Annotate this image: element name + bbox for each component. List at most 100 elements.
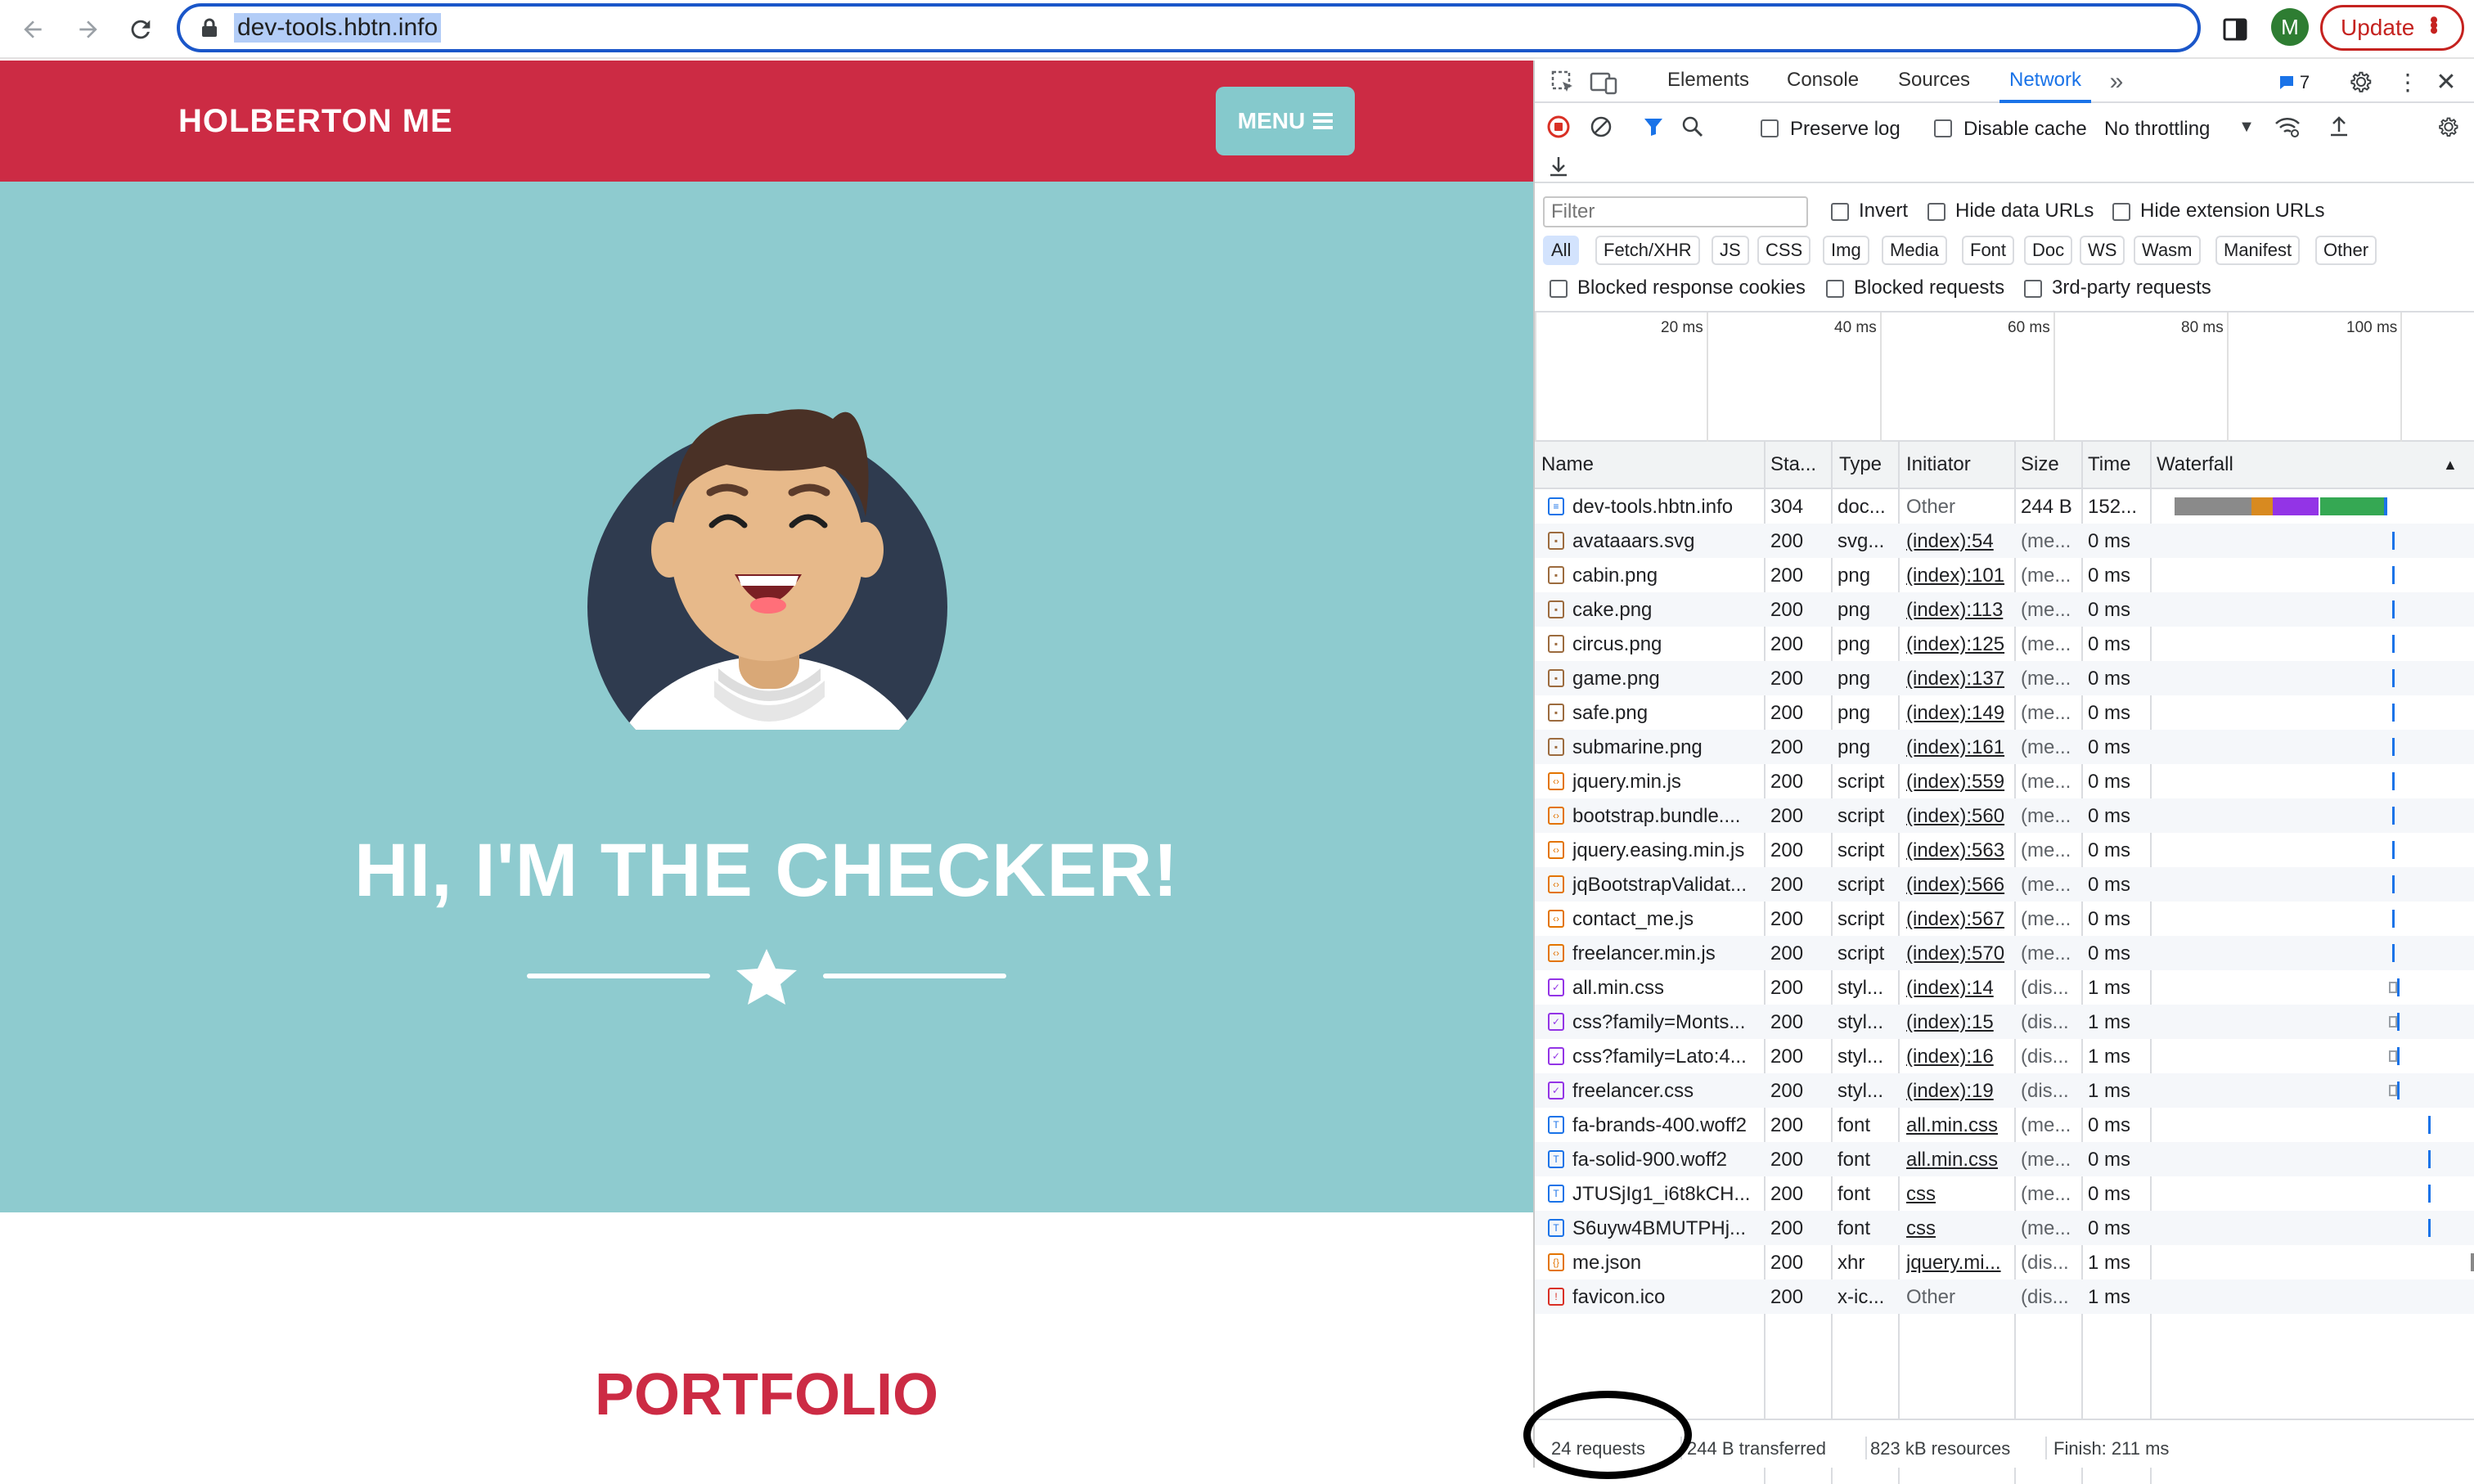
- table-row[interactable]: ≡ dev-tools.hbtn.info 304 doc... Other 244 B 1…: [1535, 489, 2474, 524]
- type-filter-other[interactable]: Other: [2315, 236, 2377, 265]
- table-row[interactable]: ‹› contact_me.js 200 script (index):567 (me..…: [1535, 902, 2474, 936]
- table-row[interactable]: ▪ game.png 200 png (index):137 (me... 0 ms: [1535, 661, 2474, 695]
- column-header-name[interactable]: Name: [1541, 453, 1594, 476]
- devtools-kebab-icon[interactable]: ⋮: [2395, 67, 2420, 97]
- table-row[interactable]: {} me.json 200 xhr jquery.mi... (dis... 1 ms: [1535, 1245, 2474, 1279]
- table-row[interactable]: ✓ all.min.css 200 styl... (index):14 (dis... 1…: [1535, 970, 2474, 1005]
- filter-funnel-icon[interactable]: [1640, 113, 1667, 141]
- preserve-log-checkbox[interactable]: [1761, 119, 1779, 137]
- type-filter-all[interactable]: All: [1543, 236, 1580, 265]
- request-initiator[interactable]: (index):19: [1906, 1080, 2011, 1103]
- tab-console[interactable]: Console: [1787, 69, 1859, 92]
- table-row[interactable]: ▪ avataaars.svg 200 svg... (index):54 (me... 0…: [1535, 524, 2474, 558]
- request-initiator[interactable]: all.min.css: [1906, 1114, 2011, 1137]
- request-initiator[interactable]: (index):567: [1906, 908, 2011, 931]
- request-initiator[interactable]: (index):563: [1906, 839, 2011, 862]
- type-filter-manifest[interactable]: Manifest: [2215, 236, 2301, 265]
- url-text[interactable]: dev-tools.hbtn.info: [234, 13, 442, 43]
- column-header-status[interactable]: Sta...: [1770, 453, 1816, 476]
- request-initiator[interactable]: (index):570: [1906, 942, 2011, 965]
- tab-sources[interactable]: Sources: [1898, 69, 1970, 92]
- issues-badge[interactable]: 7: [2271, 70, 2317, 95]
- request-initiator[interactable]: jquery.mi...: [1906, 1252, 2011, 1275]
- request-initiator[interactable]: css: [1906, 1217, 2011, 1240]
- reload-icon[interactable]: [118, 7, 164, 52]
- request-initiator[interactable]: (index):15: [1906, 1011, 2011, 1034]
- disable-cache-checkbox[interactable]: [1934, 119, 1952, 137]
- type-filter-wasm[interactable]: Wasm: [2134, 236, 2201, 265]
- type-filter-css[interactable]: CSS: [1757, 236, 1811, 265]
- filter-input[interactable]: [1543, 196, 1808, 227]
- table-row[interactable]: ▪ safe.png 200 png (index):149 (me... 0 ms: [1535, 695, 2474, 730]
- third-party-label[interactable]: 3rd-party requests: [2052, 277, 2211, 299]
- table-row[interactable]: ▪ circus.png 200 png (index):125 (me... 0 ms: [1535, 627, 2474, 661]
- blocked-requests-checkbox[interactable]: [1826, 280, 1844, 298]
- blocked-cookies-label[interactable]: Blocked response cookies: [1577, 277, 1806, 299]
- address-bar[interactable]: dev-tools.hbtn.info: [177, 3, 2361, 52]
- request-initiator[interactable]: (index):559: [1906, 771, 2011, 794]
- table-row[interactable]: ✓ css?family=Lato:4... 200 styl... (index):1…: [1535, 1039, 2474, 1073]
- clear-icon[interactable]: [1587, 113, 1615, 141]
- request-initiator[interactable]: (index):14: [1906, 977, 2011, 1000]
- dropdown-arrow-icon[interactable]: ▼: [2237, 115, 2256, 139]
- request-initiator[interactable]: (index):16: [1906, 1046, 2011, 1068]
- type-filter-js[interactable]: JS: [1712, 236, 1749, 265]
- site-brand[interactable]: HOLBERTON ME: [178, 103, 453, 140]
- invert-label[interactable]: Invert: [1859, 200, 1908, 223]
- throttling-select[interactable]: No throttling: [2104, 118, 2210, 141]
- request-initiator[interactable]: (index):161: [1906, 736, 2011, 759]
- network-conditions-icon[interactable]: [2273, 113, 2302, 141]
- timeline-overview[interactable]: 20 ms 40 ms 60 ms 80 ms 100 ms: [1535, 311, 2474, 442]
- search-icon[interactable]: [1679, 113, 1707, 141]
- request-initiator[interactable]: (index):137: [1906, 668, 2011, 690]
- hide-data-urls-checkbox[interactable]: [1927, 203, 1945, 221]
- request-initiator[interactable]: (index):560: [1906, 805, 2011, 828]
- table-row[interactable]: ‹› jquery.easing.min.js 200 script (index):5…: [1535, 833, 2474, 867]
- third-party-checkbox[interactable]: [2024, 280, 2042, 298]
- request-initiator[interactable]: css: [1906, 1183, 2011, 1206]
- hide-extension-urls-checkbox[interactable]: [2112, 203, 2130, 221]
- table-row[interactable]: ▪ submarine.png 200 png (index):161 (me... 0 m…: [1535, 730, 2474, 764]
- table-row[interactable]: T S6uyw4BMUTPHj... 200 font css (me... 0 ms: [1535, 1211, 2474, 1245]
- preserve-log-label[interactable]: Preserve log: [1790, 118, 1900, 141]
- table-row[interactable]: ‹› bootstrap.bundle.... 200 script (index):5…: [1535, 798, 2474, 833]
- invert-checkbox[interactable]: [1831, 203, 1849, 221]
- sort-ascending-icon[interactable]: ▲: [2443, 456, 2458, 474]
- table-row[interactable]: T JTUSjIg1_i6t8kCH... 200 font css (me... 0 ms: [1535, 1176, 2474, 1211]
- hide-data-urls-label[interactable]: Hide data URLs: [1955, 200, 2094, 223]
- device-toolbar-icon[interactable]: [1589, 69, 1618, 97]
- kebab-menu-icon[interactable]: •••: [2420, 16, 2447, 32]
- request-initiator[interactable]: (index):566: [1906, 874, 2011, 897]
- type-filter-img[interactable]: Img: [1823, 236, 1869, 265]
- forward-icon[interactable]: [65, 7, 111, 52]
- record-stop-icon[interactable]: [1545, 113, 1572, 141]
- table-row[interactable]: ‹› freelancer.min.js 200 script (index):570 (…: [1535, 936, 2474, 970]
- settings-gear-icon[interactable]: [2346, 67, 2376, 97]
- request-initiator[interactable]: (index):149: [1906, 702, 2011, 725]
- request-initiator[interactable]: (index):113: [1906, 599, 2011, 622]
- disable-cache-label[interactable]: Disable cache: [1963, 118, 2087, 141]
- table-row[interactable]: ‹› jqBootstrapValidat... 200 script (index):…: [1535, 867, 2474, 902]
- column-header-type[interactable]: Type: [1839, 453, 1882, 476]
- blocked-cookies-checkbox[interactable]: [1550, 280, 1568, 298]
- menu-button[interactable]: MENU: [1216, 87, 1355, 155]
- export-har-icon[interactable]: [1545, 152, 1572, 180]
- blocked-requests-label[interactable]: Blocked requests: [1854, 277, 2004, 299]
- type-filter-ws[interactable]: WS: [2080, 236, 2125, 265]
- table-row[interactable]: ✓ css?family=Monts... 200 styl... (index):15…: [1535, 1005, 2474, 1039]
- table-row[interactable]: ✓ freelancer.css 200 styl... (index):19 (dis.…: [1535, 1073, 2474, 1108]
- network-settings-icon[interactable]: [2435, 113, 2463, 141]
- column-header-size[interactable]: Size: [2021, 453, 2059, 476]
- type-filter-font[interactable]: Font: [1962, 236, 2015, 265]
- request-initiator[interactable]: (index):125: [1906, 633, 2011, 656]
- tab-elements[interactable]: Elements: [1667, 69, 1749, 92]
- request-initiator[interactable]: (index):101: [1906, 564, 2011, 587]
- table-row[interactable]: ▪ cake.png 200 png (index):113 (me... 0 ms: [1535, 592, 2474, 627]
- inspect-element-icon[interactable]: [1550, 69, 1577, 97]
- column-header-waterfall[interactable]: Waterfall: [2157, 453, 2233, 476]
- tab-network[interactable]: Network: [2009, 69, 2081, 92]
- lock-icon[interactable]: [201, 18, 218, 38]
- hide-extension-urls-label[interactable]: Hide extension URLs: [2140, 200, 2324, 223]
- type-filter-doc[interactable]: Doc: [2024, 236, 2073, 265]
- update-button[interactable]: Update •••: [2320, 5, 2464, 51]
